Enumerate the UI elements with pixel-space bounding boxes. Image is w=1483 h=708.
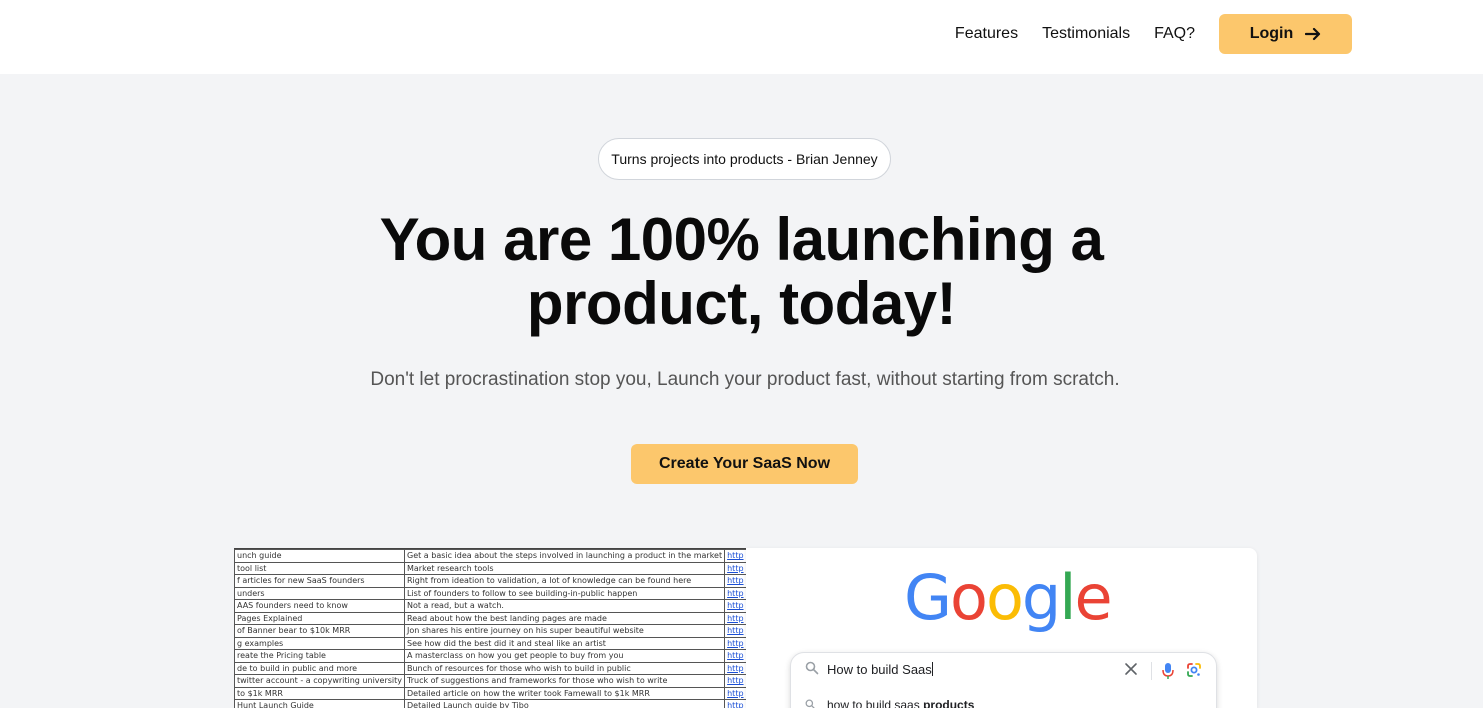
resource-title-cell: unders	[234, 586, 405, 600]
table-row: reate the Pricing table A masterclass on …	[234, 649, 746, 663]
resource-title-cell: Hunt Launch Guide	[234, 699, 405, 708]
google-search-preview: Google How to build Saas how to build sa…	[746, 548, 1257, 708]
resource-title-cell: of Banner bear to $10k MRR	[234, 624, 405, 638]
nav-link-testimonials[interactable]: Testimonials	[1042, 25, 1130, 43]
resources-table: unch guide Get a basic idea about the ste…	[234, 549, 746, 708]
search-divider	[1151, 662, 1152, 680]
google-search-box[interactable]: How to build Saas how to build saas prod…	[790, 652, 1217, 708]
resource-title-cell: g examples	[234, 636, 405, 650]
resource-title-cell: twitter account - a copywriting universi…	[234, 674, 405, 688]
resource-description-cell: A masterclass on how you get people to b…	[403, 649, 726, 663]
resources-spreadsheet-preview: unch guide Get a basic idea about the ste…	[234, 548, 746, 708]
google-search-input[interactable]: How to build Saas	[827, 662, 933, 677]
table-row: AAS founders need to know Not a read, but…	[234, 599, 746, 613]
resource-title-cell: f articles for new SaaS founders	[234, 574, 405, 588]
resource-link-cell[interactable]: http	[724, 624, 746, 638]
top-navbar: Features Testimonials FAQ? Login	[0, 0, 1483, 74]
nav-link-features[interactable]: Features	[955, 25, 1018, 43]
resource-link-cell[interactable]: http	[724, 636, 746, 650]
search-icon	[805, 661, 819, 675]
hero-title-line-2: product, today!	[526, 270, 957, 337]
nav-link-faq[interactable]: FAQ?	[1154, 25, 1195, 43]
resource-link-cell[interactable]: http	[724, 649, 746, 663]
create-saas-button[interactable]: Create Your SaaS Now	[631, 444, 858, 484]
close-icon[interactable]	[1124, 662, 1138, 676]
resource-link-cell[interactable]: http	[724, 561, 746, 575]
resource-description-cell: Detailed Launch guide by Tibo	[403, 699, 726, 708]
table-row: twitter account - a copywriting universi…	[234, 674, 746, 688]
login-button[interactable]: Login	[1219, 14, 1352, 54]
resource-title-cell: to $1k MRR	[234, 686, 405, 700]
resource-description-cell: Read about how the best landing pages ar…	[403, 611, 726, 625]
resource-link-cell[interactable]: http	[724, 549, 746, 563]
table-row: to $1k MRR Detailed article on how the wr…	[234, 686, 746, 700]
resource-description-cell: See how did the best did it and steal li…	[403, 636, 726, 650]
google-logo: Google	[904, 561, 1113, 634]
resource-description-cell: Get a basic idea about the steps involve…	[403, 549, 726, 563]
resource-link-cell[interactable]: http	[724, 661, 746, 675]
resource-link-cell[interactable]: http	[724, 674, 746, 688]
resource-title-cell: tool list	[234, 561, 405, 575]
table-row: Hunt Launch Guide Detailed Launch guide b…	[234, 699, 746, 708]
resource-description-cell: Right from ideation to validation, a lot…	[403, 574, 726, 588]
resource-title-cell: reate the Pricing table	[234, 649, 405, 663]
microphone-icon[interactable]	[1162, 662, 1174, 680]
resource-link-cell[interactable]: http	[724, 599, 746, 613]
table-row: tool list Market research tools http	[234, 561, 746, 575]
table-row: of Banner bear to $10k MRR Jon shares his…	[234, 624, 746, 638]
resource-link-cell[interactable]: http	[724, 586, 746, 600]
hero-title-line-1: You are 100% launching a	[379, 206, 1104, 273]
resource-description-cell: Jon shares his entire journey on his sup…	[403, 624, 726, 638]
resource-description-cell: Not a read, but a watch.	[403, 599, 726, 613]
table-row: Pages Explained Read about how the best l…	[234, 611, 746, 625]
search-suggestion-text: how to build saas products	[827, 698, 975, 708]
resource-description-cell: Detailed article on how the writer took …	[403, 686, 726, 700]
resource-title-cell: unch guide	[234, 549, 405, 563]
google-lens-icon[interactable]	[1186, 662, 1202, 678]
resource-title-cell: Pages Explained	[234, 611, 405, 625]
resource-link-cell[interactable]: http	[724, 611, 746, 625]
table-row: de to build in public and more Bunch of r…	[234, 661, 746, 675]
resource-link-cell[interactable]: http	[724, 699, 746, 708]
hero-title: You are 100% launching a product, today!	[300, 208, 1183, 336]
resource-link-cell[interactable]: http	[724, 686, 746, 700]
login-button-label: Login	[1249, 25, 1294, 42]
resource-title-cell: AAS founders need to know	[234, 599, 405, 613]
table-row: unch guide Get a basic idea about the ste…	[234, 549, 746, 563]
hero-subtitle: Don't let procrastination stop you, Laun…	[370, 369, 1120, 390]
resource-description-cell: Bunch of resources for those who wish to…	[403, 661, 726, 675]
testimonial-badge: Turns projects into products - Brian Jen…	[598, 138, 891, 180]
resource-title-cell: de to build in public and more	[234, 661, 405, 675]
nav-links: Features Testimonials FAQ? Login	[955, 14, 1352, 54]
arrow-right-icon	[1305, 27, 1321, 41]
search-suggestion[interactable]: how to build saas products	[791, 691, 1216, 708]
resource-description-cell: Truck of suggestions and frameworks for …	[403, 674, 726, 688]
table-row: f articles for new SaaS founders Right fr…	[234, 574, 746, 588]
resource-link-cell[interactable]: http	[724, 574, 746, 588]
table-row: g examples See how did the best did it an…	[234, 636, 746, 650]
resource-description-cell: List of founders to follow to see buildi…	[403, 586, 726, 600]
resource-description-cell: Market research tools	[403, 561, 726, 575]
table-row: unders List of founders to follow to see …	[234, 586, 746, 600]
search-icon	[805, 699, 815, 708]
text-caret	[931, 662, 933, 676]
